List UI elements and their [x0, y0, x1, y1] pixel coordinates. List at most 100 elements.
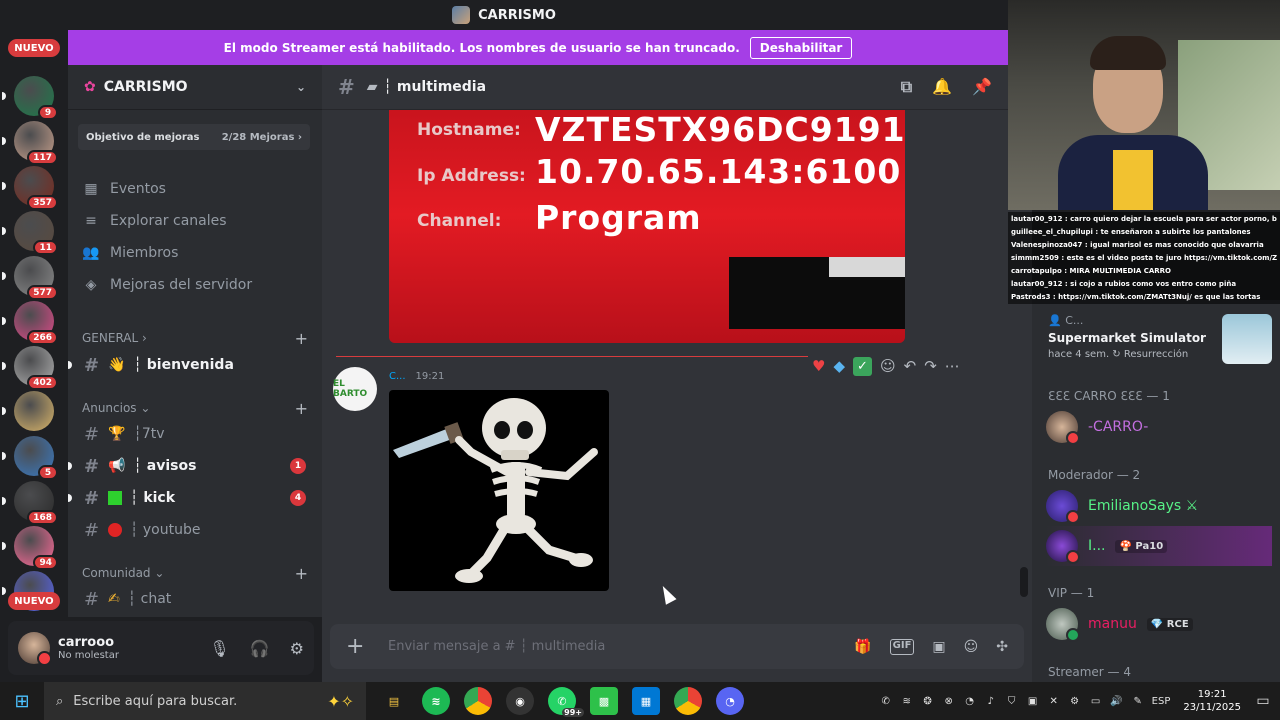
red-app-icon[interactable]: ▣	[1026, 696, 1040, 707]
server-icon[interactable]: 117	[2, 121, 58, 165]
member-name: I...	[1088, 538, 1106, 554]
member-item[interactable]: -CARRO-	[1046, 407, 1272, 447]
sticker-icon[interactable]: ▣	[932, 639, 945, 655]
nav-browse-channels[interactable]: ≡ Explorar canales	[76, 205, 314, 237]
channel-7tv[interactable]: # 🏆 ┆7tv	[76, 418, 314, 450]
windows-start-icon[interactable]: ⊞	[0, 682, 44, 720]
message-composer[interactable]: + Enviar mensaje a # ┆ multimedia 🎁 GIF …	[330, 624, 1024, 669]
add-channel-icon[interactable]: +	[295, 399, 308, 418]
nav-server-boosts[interactable]: ◈ Mejoras del servidor	[76, 269, 314, 301]
server-icon[interactable]	[2, 391, 54, 431]
channel-chat[interactable]: # ✍ ┆ chat	[76, 583, 314, 615]
disable-button[interactable]: Deshabilitar	[749, 36, 853, 59]
channel-kick[interactable]: # ┆ kick 4	[76, 482, 314, 514]
server-icon[interactable]: 577	[2, 256, 58, 300]
chrome-icon[interactable]	[464, 687, 492, 715]
gift-icon[interactable]: 🎁	[854, 639, 871, 655]
bell-icon[interactable]: 🔔	[932, 77, 952, 97]
scrollbar[interactable]	[1020, 567, 1028, 597]
forward-icon[interactable]: ↷	[924, 357, 937, 375]
language-indicator[interactable]: ESP	[1152, 696, 1171, 707]
add-channel-icon[interactable]: +	[295, 329, 308, 348]
nav-members[interactable]: 👥 Miembros	[76, 237, 314, 269]
spotify-tray-icon[interactable]: ≋	[900, 696, 914, 707]
discord-icon[interactable]: ◔	[716, 687, 744, 715]
apps-icon[interactable]: ✣	[996, 639, 1008, 655]
steam-icon[interactable]: ⚙	[1068, 696, 1082, 707]
message-avatar[interactable]: EL BARTO	[333, 367, 377, 411]
member-item[interactable]: EmilianoSays ⚔	[1046, 486, 1272, 526]
chevron-down-icon[interactable]: ⌄	[296, 80, 306, 94]
server-icon[interactable]: 402	[2, 346, 58, 390]
tiktok-icon[interactable]: ♪	[984, 696, 998, 707]
valorant-icon[interactable]: ✕	[1047, 696, 1061, 707]
member-item[interactable]: manuu 💎 RCE	[1046, 604, 1272, 644]
guild-header[interactable]: ✿ CARRISMO ⌄	[68, 65, 322, 110]
gif-icon[interactable]: GIF	[889, 638, 915, 655]
server-icon[interactable]: 94	[2, 526, 58, 570]
plus-icon[interactable]: +	[346, 634, 370, 659]
category-comunidad[interactable]: Comunidad ⌄ +	[82, 563, 308, 583]
server-icon[interactable]: 11	[2, 211, 58, 255]
heart-icon[interactable]: ♥	[812, 357, 825, 375]
emoji-icon[interactable]: ☺	[964, 639, 979, 655]
channel-youtube[interactable]: # ┆ youtube	[76, 514, 314, 546]
channel-avisos[interactable]: # 📢 ┆ avisos 1	[76, 450, 314, 482]
gem-icon[interactable]: ◆	[833, 357, 845, 375]
check-icon[interactable]: ✓	[853, 356, 872, 376]
user-info[interactable]: carrooo No molestar	[58, 635, 119, 661]
category-general[interactable]: GENERAL › +	[82, 328, 308, 348]
nav-events-label: Eventos	[110, 181, 166, 197]
minecraft-icon[interactable]: ▩	[590, 687, 618, 715]
server-icon[interactable]: 5	[2, 436, 58, 480]
server-icon	[452, 6, 471, 24]
message-input[interactable]: Enviar mensaje a # ┆ multimedia	[388, 639, 605, 654]
file-explorer-icon[interactable]: ▤	[380, 687, 408, 715]
pen-icon[interactable]: ✎	[1131, 696, 1145, 707]
whatsapp-icon[interactable]: ✆ 99+	[548, 687, 584, 717]
chrome-profile-icon[interactable]	[674, 687, 702, 715]
server-icon[interactable]: 357	[2, 166, 58, 210]
taskbar-search[interactable]: ⌕ Escribe aquí para buscar. ✦✧	[44, 682, 366, 720]
gear-icon[interactable]: ⚙	[290, 639, 304, 658]
more-icon[interactable]: ⋯	[945, 357, 960, 375]
volume-icon[interactable]: 🔊	[1110, 696, 1124, 707]
new-badge-bottom[interactable]: NUEVO	[8, 592, 60, 610]
boost-goal[interactable]: Objetivo de mejoras 2/28 Mejoras ›	[78, 124, 310, 150]
threads-icon[interactable]: ⧉	[901, 77, 912, 97]
new-badge-top[interactable]: NUEVO	[8, 39, 60, 57]
clock-date: 23/11/2025	[1183, 702, 1241, 713]
spotify-icon[interactable]: ≋	[422, 687, 450, 715]
store-icon[interactable]: ▦	[632, 687, 660, 715]
category-anuncios[interactable]: Anuncios ⌄ +	[82, 398, 308, 418]
app-tray-icon[interactable]: ❂	[921, 696, 935, 707]
channel-bienvenida[interactable]: # 👋 ┆ bienvenida	[76, 349, 314, 381]
embed-image[interactable]: Hostname: VZTESTX96DC9191 Ip Address: 10…	[389, 110, 905, 343]
discord-tray-icon[interactable]: ◔	[963, 696, 977, 707]
member-item[interactable]: I... 🍄 Pa10	[1046, 526, 1272, 566]
red-circle-icon	[108, 523, 122, 537]
shield-icon[interactable]: ⛉	[1005, 696, 1019, 707]
server-icon[interactable]: 266	[2, 301, 58, 345]
server-icon[interactable]: 9	[2, 76, 58, 120]
message-author[interactable]: C...	[389, 371, 406, 382]
clock[interactable]: 19:21 23/11/2025	[1183, 688, 1241, 714]
server-icon[interactable]: 168	[2, 481, 58, 525]
sparkle-icon: ✦✧	[327, 691, 354, 711]
reply-icon[interactable]: ↶	[904, 357, 917, 375]
activity-card[interactable]: 👤 C... Supermarket Simulator hace 4 sem.…	[1040, 306, 1272, 370]
xbox-icon[interactable]: ⊗	[942, 696, 956, 707]
pin-icon[interactable]: 📌	[972, 77, 992, 97]
network-icon[interactable]: ▭	[1089, 696, 1103, 707]
chat-line: Pastrods3 : https://vm.tiktok.com/ZMATt3…	[1011, 293, 1261, 301]
avatar[interactable]	[18, 632, 52, 666]
notification-icon[interactable]: ▭	[1256, 693, 1270, 709]
nav-events[interactable]: ▦ Eventos	[76, 173, 314, 205]
microphone-icon[interactable]: 🎙	[209, 639, 229, 658]
add-reaction-icon[interactable]: ☺	[880, 357, 896, 375]
skeleton-image[interactable]	[389, 390, 609, 591]
headphones-icon[interactable]: 🎧	[250, 639, 270, 658]
add-channel-icon[interactable]: +	[295, 564, 308, 583]
whatsapp-tray-icon[interactable]: ✆	[879, 696, 893, 707]
obs-icon[interactable]: ◉	[506, 687, 534, 715]
